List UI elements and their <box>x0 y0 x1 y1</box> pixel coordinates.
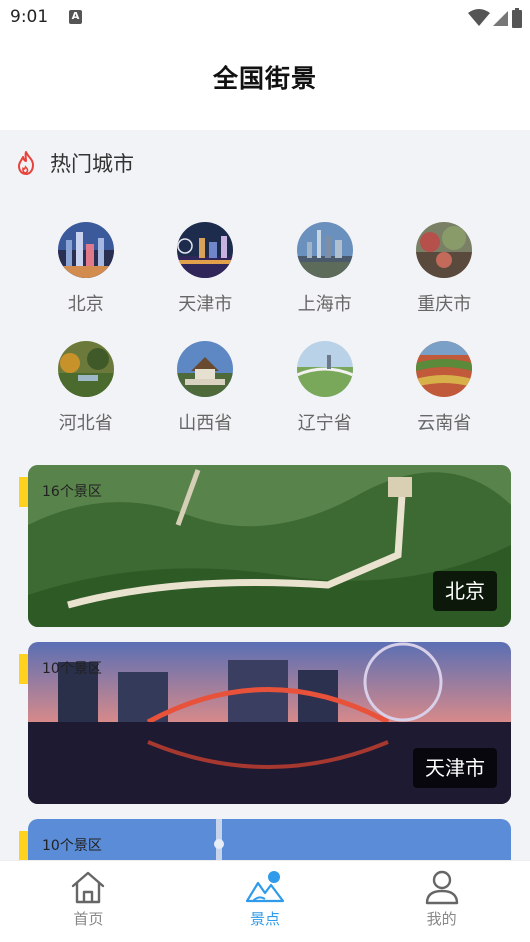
city-item-tianjin[interactable]: 天津市 <box>146 222 266 323</box>
city-name: 山西省 <box>178 413 233 434</box>
city-name: 云南省 <box>417 413 472 434</box>
tab-scenic[interactable]: 景点 <box>177 861 354 942</box>
notification-icon: A <box>69 10 82 24</box>
tab-label: 我的 <box>426 910 457 928</box>
city-item-beijing[interactable]: 北京 <box>26 222 146 323</box>
status-icons <box>468 8 522 28</box>
city-name: 上海市 <box>297 294 352 315</box>
battery-icon <box>512 8 522 28</box>
badge-text: 10个景区 <box>42 838 102 854</box>
city-name: 河北省 <box>58 413 113 434</box>
city-name: 北京 <box>67 294 104 315</box>
home-icon <box>72 871 105 904</box>
status-bar: 9:01 A <box>0 0 530 36</box>
city-avatar <box>177 341 234 397</box>
flame-icon <box>18 151 34 175</box>
hot-cities-title: 热门城市 <box>50 152 134 176</box>
status-time: 9:01 <box>10 7 49 27</box>
card-city-name: 北京 <box>433 571 497 611</box>
scenic-count-badge: 10个景区 <box>19 831 127 860</box>
city-avatar <box>416 222 473 278</box>
tab-label: 景点 <box>250 910 281 928</box>
city-name: 辽宁省 <box>297 413 352 434</box>
city-item-yunnan[interactable]: 云南省 <box>385 341 505 442</box>
city-name: 天津市 <box>178 294 233 315</box>
scenic-count-badge: 16个景区 <box>19 477 127 507</box>
city-avatar <box>177 222 234 278</box>
scenic-count-badge: 10个景区 <box>19 654 127 684</box>
tab-mine[interactable]: 我的 <box>353 861 530 942</box>
city-avatar <box>296 341 353 397</box>
wifi-icon <box>468 9 490 26</box>
tab-label: 首页 <box>73 910 104 928</box>
city-item-shanxi[interactable]: 山西省 <box>146 341 266 442</box>
city-item-hebei[interactable]: 河北省 <box>26 341 146 442</box>
city-avatar <box>416 341 473 397</box>
card-city-name: 天津市 <box>413 748 497 788</box>
user-icon <box>425 870 458 905</box>
mountain-icon <box>245 871 285 903</box>
city-card-list: 北京 天津市 16个景区 10个景区 10个景区 <box>0 465 530 860</box>
page-title: 全国街景 <box>212 64 317 93</box>
city-avatar <box>57 222 114 278</box>
badge-text: 16个景区 <box>42 484 102 500</box>
bottom-tab-bar: 首页 景点 我的 <box>0 860 530 942</box>
city-avatar <box>296 222 353 278</box>
tab-home[interactable]: 首页 <box>0 861 177 942</box>
page-header: 全国街景 <box>0 36 530 130</box>
city-grid: 北京 天津市 上海市 重庆市 河北省 山西省 辽宁省 云南省 <box>26 222 504 442</box>
badge-text: 10个景区 <box>42 661 102 677</box>
city-name: 重庆市 <box>417 294 472 315</box>
signal-icon <box>493 11 508 26</box>
city-item-shanghai[interactable]: 上海市 <box>265 222 385 323</box>
city-item-liaoning[interactable]: 辽宁省 <box>265 341 385 442</box>
hot-cities-header: 热门城市 <box>14 146 134 180</box>
city-item-chongqing[interactable]: 重庆市 <box>385 222 505 323</box>
city-avatar <box>57 341 114 397</box>
